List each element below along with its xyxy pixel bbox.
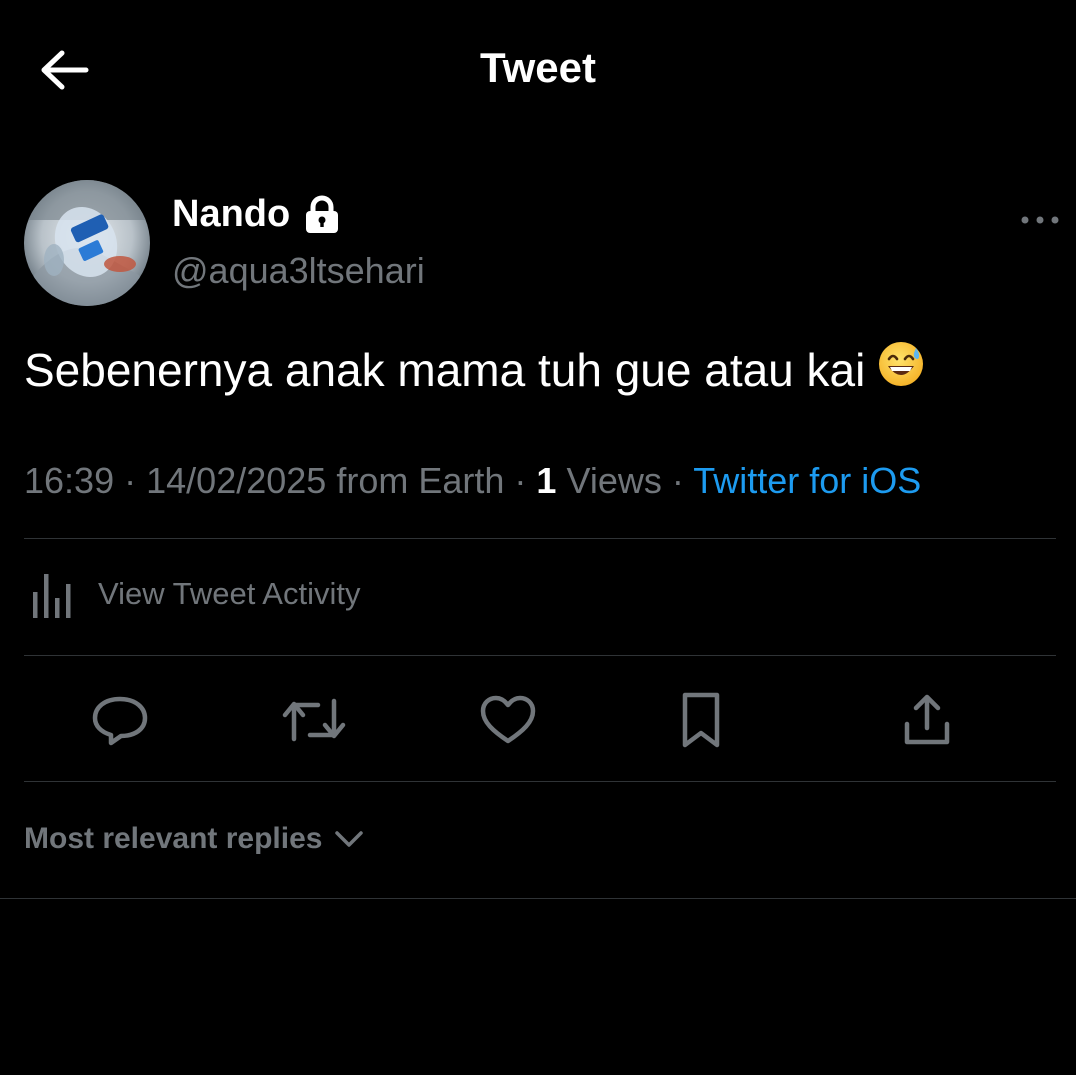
reply-bubble-icon [92, 696, 148, 746]
meta-separator: · [514, 460, 527, 501]
tweet-source-link[interactable]: Twitter for iOS [693, 460, 921, 501]
views-label[interactable]: Views [566, 460, 661, 501]
divider [24, 538, 1056, 539]
tweet-text: Sebenernya anak mama tuh gue atau kai [24, 340, 925, 399]
share-icon [904, 694, 950, 745]
lock-icon [304, 195, 340, 235]
page-title: Tweet [480, 44, 596, 91]
grinning-face-with-sweat-emoji [877, 340, 925, 399]
retweet-button[interactable] [282, 688, 346, 752]
like-button[interactable] [476, 688, 540, 752]
views-count[interactable]: 1 [536, 460, 556, 501]
divider [24, 781, 1056, 782]
share-button[interactable] [895, 688, 959, 752]
meta-separator: · [671, 460, 684, 501]
author-name[interactable]: Nando [172, 193, 290, 236]
tweet-meta: 16:39 · 14/02/2025 from Earth · 1 Views … [24, 460, 921, 502]
chevron-down-icon [335, 831, 364, 847]
replies-sort-label: Most relevant replies [24, 822, 323, 855]
bookmark-icon [682, 692, 720, 748]
water-bottle-photo [24, 180, 150, 306]
divider [24, 655, 1056, 656]
heart-icon [480, 695, 536, 744]
section-divider [0, 898, 1076, 899]
tweet-time: 16:39 [24, 460, 115, 501]
tweet-date: 14/02/2025 [146, 460, 327, 501]
avatar[interactable] [24, 180, 150, 306]
bookmark-button[interactable] [669, 688, 733, 752]
retweet-icon [282, 698, 346, 742]
reply-button[interactable] [88, 688, 152, 752]
tweet-location: from Earth [336, 460, 505, 501]
author-handle[interactable]: @aqua3ltsehari [172, 250, 425, 292]
bar-chart-icon [33, 574, 71, 618]
meta-separator: · [124, 460, 137, 501]
tweet-text-content: Sebenernya anak mama tuh gue atau kai [24, 344, 866, 396]
replies-sort-dropdown[interactable]: Most relevant replies [24, 822, 364, 856]
more-options-button[interactable] [1012, 200, 1068, 240]
author-name-row[interactable]: Nando [172, 193, 340, 236]
view-tweet-activity-button[interactable]: View Tweet Activity [30, 568, 360, 620]
view-tweet-activity-label: View Tweet Activity [98, 576, 361, 611]
more-dots-icon [1021, 216, 1059, 224]
